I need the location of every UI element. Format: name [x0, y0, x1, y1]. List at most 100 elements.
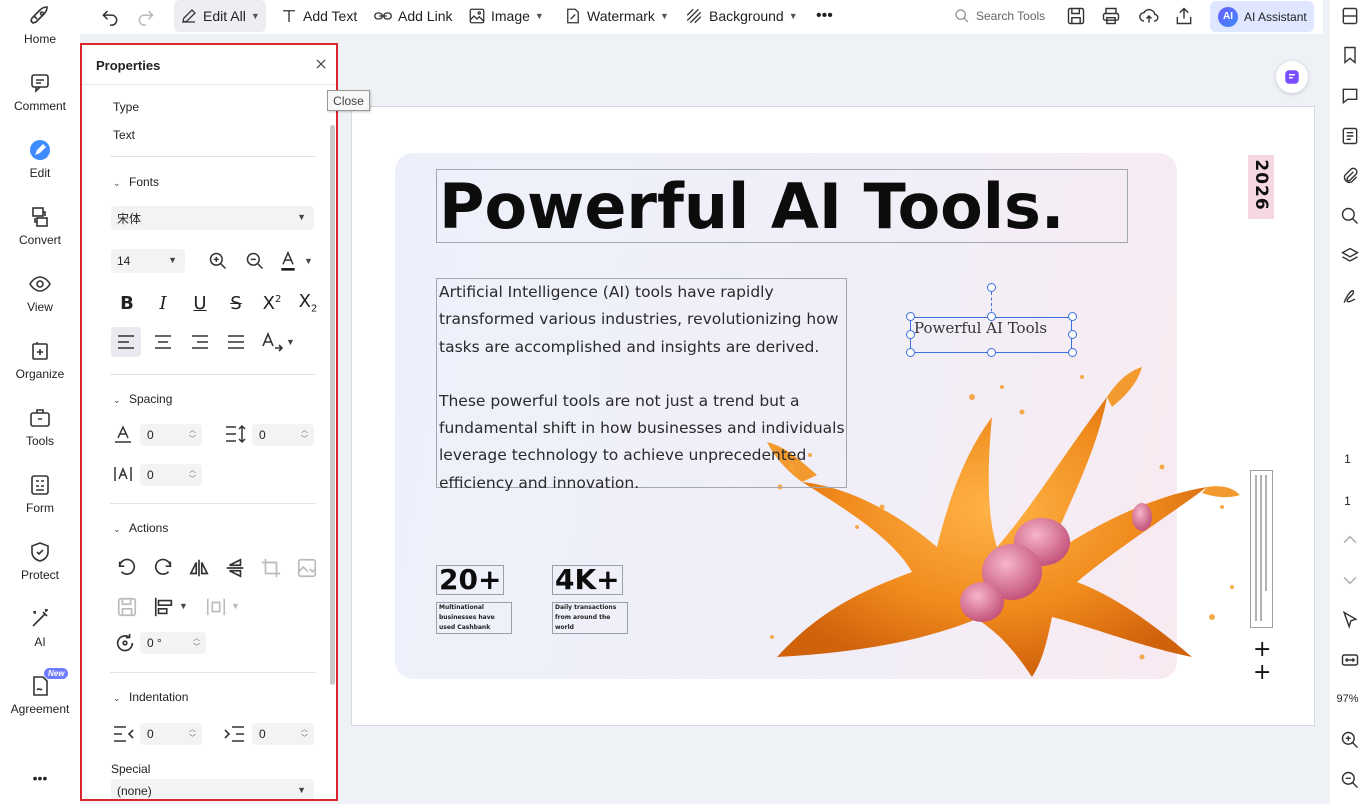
indentation-section-title[interactable]: Indentation: [129, 690, 188, 704]
resize-handle-tl[interactable]: [906, 312, 915, 321]
background-button[interactable]: Background ▼: [684, 0, 798, 32]
resize-handle-mr[interactable]: [1068, 330, 1077, 339]
chevron-down-icon[interactable]: ⌄: [113, 693, 121, 704]
close-icon[interactable]: [314, 57, 328, 71]
stat-1-caption[interactable]: Multinational businesses have used Cashb…: [436, 602, 512, 634]
rotate-right-icon[interactable]: [152, 557, 174, 579]
underline-button[interactable]: U: [185, 288, 215, 318]
stepper-arrows-icon[interactable]: ︿ ﹀: [189, 426, 196, 444]
rail-form[interactable]: Form: [0, 473, 80, 515]
rail-organize[interactable]: Organize: [0, 339, 80, 381]
headline-text[interactable]: Powerful AI Tools.: [436, 169, 1128, 243]
stat-2-caption[interactable]: Daily transactions from around the world: [552, 602, 628, 634]
rail-ai[interactable]: AI: [0, 607, 80, 649]
resize-handle-bl[interactable]: [906, 348, 915, 357]
distribute-icon[interactable]: [205, 596, 227, 618]
chevron-down-icon[interactable]: ⌄: [113, 395, 121, 406]
chevron-down-icon[interactable]: [1340, 570, 1360, 590]
font-size-select[interactable]: 14 ▼: [111, 249, 185, 273]
resize-handle-bm[interactable]: [987, 348, 996, 357]
rotate-handle[interactable]: [987, 283, 996, 292]
toolbar-more-button[interactable]: •••: [816, 0, 833, 32]
chevron-down-icon[interactable]: ▼: [304, 256, 313, 266]
undo-button[interactable]: [100, 0, 120, 32]
image-button[interactable]: Image ▼: [468, 0, 544, 32]
increase-font-icon[interactable]: [208, 251, 228, 271]
indent-right-input[interactable]: 0 ︿ ﹀: [252, 723, 314, 745]
rotate-left-icon[interactable]: [116, 557, 138, 579]
chevron-down-icon[interactable]: ⌄: [113, 178, 121, 189]
zoom-in-icon[interactable]: [1340, 730, 1360, 750]
panel-layout-icon[interactable]: [1340, 6, 1360, 26]
rail-more-button[interactable]: •••: [0, 770, 80, 786]
stepper-arrows-icon[interactable]: ︿ ﹀: [301, 426, 308, 444]
align-right-button[interactable]: [185, 327, 215, 357]
bookmark-icon[interactable]: [1340, 45, 1360, 65]
flip-vertical-icon[interactable]: [224, 557, 246, 579]
stepper-arrows-icon[interactable]: ︿ ﹀: [301, 725, 308, 743]
search-tools[interactable]: Search Tools: [954, 4, 1045, 28]
rail-tools[interactable]: Tools: [0, 406, 80, 448]
rail-view[interactable]: View: [0, 272, 80, 314]
chevron-up-icon[interactable]: [1340, 530, 1360, 550]
watermark-button[interactable]: Watermark ▼: [564, 0, 669, 32]
spacing-section-title[interactable]: Spacing: [129, 392, 172, 406]
ai-assistant-button[interactable]: AI AI Assistant: [1210, 1, 1314, 32]
crop-icon[interactable]: [260, 557, 282, 579]
signature-icon[interactable]: [1340, 286, 1360, 306]
year-tag[interactable]: 2026: [1248, 155, 1274, 219]
add-link-button[interactable]: Add Link: [373, 0, 452, 32]
stepper-arrows-icon[interactable]: ︿ ﹀: [193, 634, 200, 652]
indent-left-input[interactable]: 0 ︿ ﹀: [140, 723, 202, 745]
italic-button[interactable]: I: [148, 288, 178, 318]
edit-all-button[interactable]: Edit All ▼: [174, 0, 266, 32]
special-indent-select[interactable]: (none) ▼: [111, 779, 314, 799]
line-spacing-input[interactable]: 0 ︿ ﹀: [252, 424, 314, 446]
chevron-down-icon[interactable]: ⌄: [113, 524, 121, 535]
rail-edit[interactable]: Edit: [0, 138, 80, 180]
form-fields-icon[interactable]: [1340, 126, 1360, 146]
cloud-upload-button[interactable]: [1138, 0, 1160, 32]
strikethrough-button[interactable]: S: [221, 288, 251, 318]
decrease-font-icon[interactable]: [245, 251, 265, 271]
resize-handle-br[interactable]: [1068, 348, 1077, 357]
zoom-level[interactable]: 97%: [1330, 693, 1365, 705]
save-button[interactable]: [1066, 0, 1086, 32]
add-text-button[interactable]: Add Text: [280, 0, 357, 32]
bold-button[interactable]: B: [112, 288, 142, 318]
share-button[interactable]: [1174, 0, 1194, 32]
justify-button[interactable]: [221, 327, 251, 357]
flip-horizontal-icon[interactable]: [188, 557, 210, 579]
comment-panel-icon[interactable]: [1340, 86, 1360, 106]
align-center-button[interactable]: [148, 327, 178, 357]
stat-2-value[interactable]: 4K+: [552, 565, 623, 595]
rail-protect[interactable]: Protect: [0, 540, 80, 582]
resize-handle-tm[interactable]: [987, 312, 996, 321]
font-family-select[interactable]: 宋体 ▼: [111, 206, 314, 230]
stepper-arrows-icon[interactable]: ︿ ﹀: [189, 466, 196, 484]
fit-page-icon[interactable]: [1340, 650, 1360, 670]
align-objects-icon[interactable]: [153, 596, 175, 618]
rail-agreement[interactable]: New Agreement: [0, 668, 80, 716]
redo-button[interactable]: [136, 0, 156, 32]
chevron-down-icon[interactable]: ▼: [231, 601, 240, 611]
resize-handle-ml[interactable]: [906, 330, 915, 339]
zoom-out-icon[interactable]: [1340, 770, 1360, 790]
rail-comment[interactable]: Comment: [0, 71, 80, 113]
select-cursor-icon[interactable]: [1340, 610, 1360, 630]
save-image-icon[interactable]: [116, 596, 138, 618]
stat-1-value[interactable]: 20+: [436, 565, 505, 595]
floating-action-button[interactable]: [1276, 61, 1308, 93]
align-left-button[interactable]: [111, 327, 141, 357]
rail-home[interactable]: Home: [0, 4, 80, 46]
subscript-button[interactable]: X2: [293, 288, 323, 318]
print-button[interactable]: [1101, 0, 1121, 32]
fonts-section-title[interactable]: Fonts: [129, 175, 159, 189]
text-direction-button[interactable]: ▼: [258, 327, 298, 357]
resize-handle-tr[interactable]: [1068, 312, 1077, 321]
rail-convert[interactable]: Convert: [0, 205, 80, 247]
plus-marker-1[interactable]: +: [1253, 639, 1271, 661]
character-spacing-input[interactable]: 0 ︿ ﹀: [140, 424, 202, 446]
properties-scrollbar[interactable]: [330, 125, 335, 685]
replace-image-icon[interactable]: [296, 557, 318, 579]
